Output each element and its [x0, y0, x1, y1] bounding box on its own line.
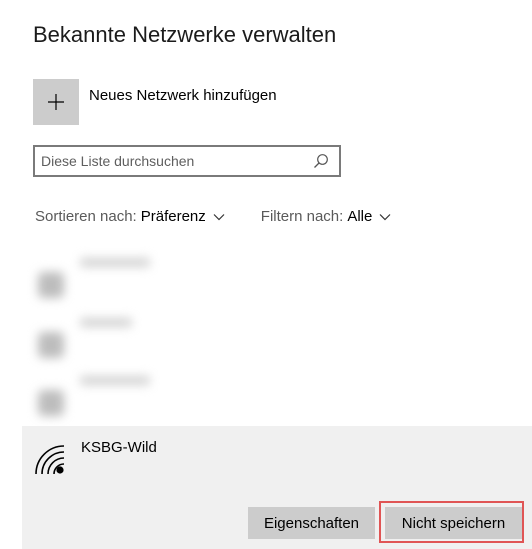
chevron-down-icon: [213, 213, 225, 220]
wifi-icon: [38, 390, 64, 416]
sort-dropdown[interactable]: Sortieren nach: Präferenz: [35, 208, 225, 225]
sort-label: Sortieren nach:: [35, 208, 137, 225]
sort-value: Präferenz: [140, 208, 206, 225]
page-title: Bekannte Netzwerke verwalten: [33, 22, 337, 47]
search-icon[interactable]: [313, 153, 329, 169]
sort-filter-bar: Sortieren nach: Präferenz Filtern nach: …: [35, 208, 391, 225]
search-input[interactable]: [35, 147, 301, 175]
selected-network-item[interactable]: KSBG-Wild Eigenschaften Nicht speichern: [22, 426, 532, 549]
wifi-icon: [38, 272, 64, 298]
add-network-button[interactable]: Neues Netzwerk hinzufügen: [33, 79, 277, 125]
chevron-down-icon: [379, 213, 391, 220]
plus-icon: [48, 94, 64, 110]
network-name: [80, 376, 150, 385]
network-list-item[interactable]: [30, 250, 230, 310]
filter-dropdown[interactable]: Filtern nach: Alle: [261, 208, 392, 225]
forget-network-button[interactable]: Nicht speichern: [385, 507, 522, 539]
network-name: [80, 318, 132, 327]
filter-label: Filtern nach:: [260, 208, 344, 225]
add-network-tile[interactable]: [33, 79, 79, 125]
wifi-icon: [38, 332, 64, 358]
network-name: [80, 258, 150, 267]
network-name: KSBG-Wild: [81, 439, 157, 456]
filter-value: Alle: [347, 208, 373, 225]
network-list-item[interactable]: [30, 368, 230, 428]
network-list-item[interactable]: [30, 310, 230, 370]
search-box[interactable]: [33, 145, 341, 177]
add-network-label: Neues Netzwerk hinzufügen: [89, 87, 277, 104]
properties-button[interactable]: Eigenschaften: [248, 507, 375, 539]
wifi-icon: [35, 445, 65, 475]
